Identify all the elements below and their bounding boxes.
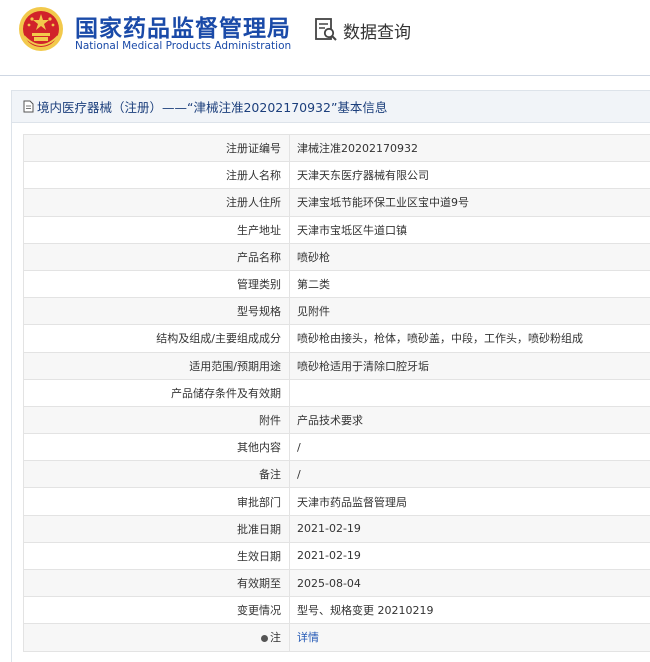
site-logo-title[interactable]: 国家药品监督管理局 — [75, 9, 291, 43]
row-label: 产品储存条件及有效期 — [24, 379, 290, 406]
row-value: 型号、规格变更 20210219 — [290, 597, 650, 624]
row-value: 天津市宝坻区牛道口镇 — [290, 216, 650, 243]
info-table: 注册证编号津械注准20202170932注册人名称天津天东医疗器械有限公司注册人… — [23, 134, 650, 652]
row-label: 产品名称 — [24, 243, 290, 270]
table-row: 型号规格见附件 — [24, 298, 650, 325]
row-value: 第二类 — [290, 270, 650, 297]
row-label: 附件 — [24, 406, 290, 433]
row-value: 天津宝坻节能环保工业区宝中道9号 — [290, 189, 650, 216]
row-label: 注册人名称 — [24, 162, 290, 189]
details-link[interactable]: 详情 — [297, 631, 319, 644]
site-logo-subtitle[interactable]: National Medical Products Administration — [75, 40, 291, 52]
row-label: 批准日期 — [24, 515, 290, 542]
table-row: 备注/ — [24, 461, 650, 488]
table-row: 审批部门天津市药品监督管理局 — [24, 488, 650, 515]
row-label: 注册人住所 — [24, 189, 290, 216]
row-value: 2021-02-19 — [290, 515, 650, 542]
row-value: 喷砂枪由接头，枪体，喷砂盖，中段，工作头，喷砂粉组成 — [290, 325, 650, 352]
row-value: 见附件 — [290, 298, 650, 325]
pin-icon — [261, 635, 268, 642]
table-row: 变更情况型号、规格变更 20210219 — [24, 597, 650, 624]
panel-header: 境内医疗器械（注册）——“津械注准20202170932”基本信息 — [12, 91, 650, 123]
note-label: 注 — [270, 631, 281, 644]
row-value: 天津天东医疗器械有限公司 — [290, 162, 650, 189]
table-row: 批准日期2021-02-19 — [24, 515, 650, 542]
row-label: 备注 — [24, 461, 290, 488]
row-value: 产品技术要求 — [290, 406, 650, 433]
row-value: 喷砂枪适用于清除口腔牙垢 — [290, 352, 650, 379]
detail-panel: 境内医疗器械（注册）——“津械注准20202170932”基本信息 注册证编号津… — [11, 90, 650, 662]
table-row: 其他内容/ — [24, 434, 650, 461]
row-label: 变更情况 — [24, 597, 290, 624]
row-value: 2021-02-19 — [290, 542, 650, 569]
document-icon — [23, 100, 34, 113]
row-label: 生产地址 — [24, 216, 290, 243]
panel-title: 境内医疗器械（注册）——“津械注准20202170932”基本信息 — [37, 97, 387, 116]
row-value: 天津市药品监督管理局 — [290, 488, 650, 515]
table-row: 产品名称喷砂枪 — [24, 243, 650, 270]
table-row: 注册证编号津械注准20202170932 — [24, 135, 650, 162]
table-row: 产品储存条件及有效期 — [24, 379, 650, 406]
site-header: 国家药品监督管理局 National Medical Products Admi… — [0, 0, 650, 68]
row-value: / — [290, 434, 650, 461]
row-label: 其他内容 — [24, 434, 290, 461]
row-label: 管理类别 — [24, 270, 290, 297]
header-divider — [0, 75, 650, 76]
row-value: 喷砂枪 — [290, 243, 650, 270]
row-label: 审批部门 — [24, 488, 290, 515]
table-row: 有效期至2025-08-04 — [24, 570, 650, 597]
row-label: 生效日期 — [24, 542, 290, 569]
row-value: 津械注准20202170932 — [290, 135, 650, 162]
data-query-label: 数据查询 — [343, 18, 411, 43]
row-label: 有效期至 — [24, 570, 290, 597]
search-document-icon — [314, 17, 338, 43]
national-emblem-icon — [18, 6, 64, 52]
table-row-note: 注 详情 — [24, 624, 650, 651]
row-value: 2025-08-04 — [290, 570, 650, 597]
table-row: 生效日期2021-02-19 — [24, 542, 650, 569]
table-row: 生产地址天津市宝坻区牛道口镇 — [24, 216, 650, 243]
row-label: 结构及组成/主要组成成分 — [24, 325, 290, 352]
table-row: 管理类别第二类 — [24, 270, 650, 297]
table-row: 注册人住所天津宝坻节能环保工业区宝中道9号 — [24, 189, 650, 216]
note-value-cell: 详情 — [290, 624, 650, 651]
table-row: 附件产品技术要求 — [24, 406, 650, 433]
row-label: 适用范围/预期用途 — [24, 352, 290, 379]
table-row: 注册人名称天津天东医疗器械有限公司 — [24, 162, 650, 189]
data-query-link[interactable]: 数据查询 — [314, 17, 411, 43]
row-value: / — [290, 461, 650, 488]
row-label: 型号规格 — [24, 298, 290, 325]
table-row: 适用范围/预期用途喷砂枪适用于清除口腔牙垢 — [24, 352, 650, 379]
row-label: 注册证编号 — [24, 135, 290, 162]
note-label-cell: 注 — [24, 624, 290, 651]
row-value — [290, 379, 650, 406]
table-row: 结构及组成/主要组成成分喷砂枪由接头，枪体，喷砂盖，中段，工作头，喷砂粉组成 — [24, 325, 650, 352]
